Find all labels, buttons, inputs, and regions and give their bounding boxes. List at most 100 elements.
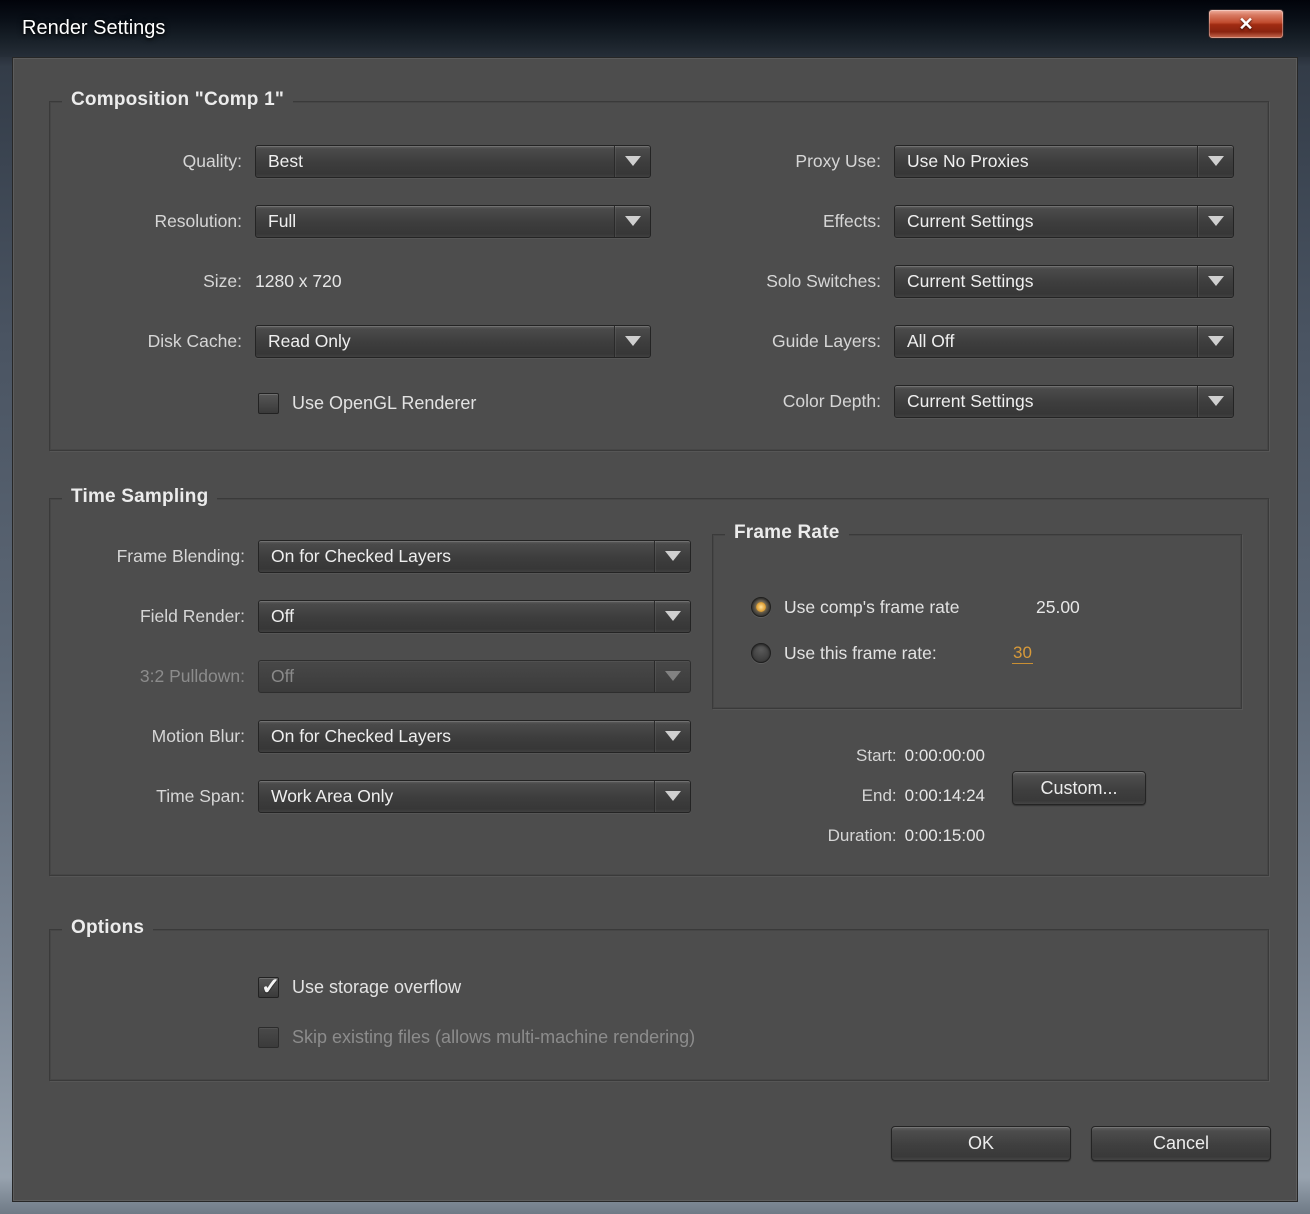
custom-button-label: Custom... <box>1040 777 1118 798</box>
chevron-down-icon <box>1197 205 1233 237</box>
guide-layers-dropdown[interactable]: All Off <box>894 324 1234 358</box>
frame-blending-row: Frame Blending: On for Checked Layers <box>50 539 691 573</box>
proxy-use-label: Proxy Use: <box>795 150 881 171</box>
use-storage-overflow-checkbox[interactable] <box>258 973 280 1000</box>
field-render-label: Field Render: <box>139 605 245 626</box>
use-comp-frame-rate-label: Use comp's frame rate <box>784 596 960 617</box>
resolution-value: Full <box>268 210 297 231</box>
time-span-row: Time Span: Work Area Only <box>50 779 691 813</box>
close-button[interactable]: ✕ <box>1208 9 1284 39</box>
chevron-down-icon <box>1197 325 1233 357</box>
skip-existing-row: Skip existing files (allows multi-machin… <box>258 1020 695 1054</box>
dialog-body: Composition "Comp 1" Quality: Best Resol… <box>12 57 1298 1202</box>
size-row: Size: 1280 x 720 <box>50 264 342 298</box>
time-span-label: Time Span: <box>156 785 245 806</box>
frame-blending-dropdown[interactable]: On for Checked Layers <box>258 539 691 573</box>
end-label: End: <box>861 786 897 805</box>
use-this-frame-rate-radio[interactable] <box>751 643 771 663</box>
field-render-dropdown[interactable]: Off <box>258 599 691 633</box>
start-value: 0:00:00:00 <box>904 746 985 765</box>
solo-switches-value: Current Settings <box>907 270 1034 291</box>
skip-existing-files-label: Skip existing files (allows multi-machin… <box>292 1026 696 1047</box>
time-span-value: Work Area Only <box>271 785 394 806</box>
motion-blur-label: Motion Blur: <box>151 725 245 746</box>
color-depth-dropdown[interactable]: Current Settings <box>894 384 1234 418</box>
color-depth-label: Color Depth: <box>782 390 881 411</box>
field-render-row: Field Render: Off <box>50 599 691 633</box>
this-frame-rate-value[interactable]: 30 <box>1012 643 1033 664</box>
resolution-row: Resolution: Full <box>50 204 651 238</box>
disk-cache-dropdown[interactable]: Read Only <box>255 324 651 358</box>
chevron-down-icon <box>654 600 690 632</box>
resolution-label: Resolution: <box>154 210 242 231</box>
guide-layers-row: Guide Layers: All Off <box>654 324 1234 358</box>
quality-dropdown[interactable]: Best <box>255 144 651 178</box>
solo-switches-row: Solo Switches: Current Settings <box>654 264 1234 298</box>
effects-label: Effects: <box>822 210 881 231</box>
use-opengl-label: Use OpenGL Renderer <box>292 392 477 413</box>
effects-dropdown[interactable]: Current Settings <box>894 204 1234 238</box>
proxy-use-row: Proxy Use: Use No Proxies <box>654 144 1234 178</box>
custom-button[interactable]: Custom... <box>1012 771 1146 805</box>
window-title: Render Settings <box>22 17 166 39</box>
opengl-row: Use OpenGL Renderer <box>258 386 476 420</box>
quality-value: Best <box>268 150 304 171</box>
render-settings-window: Render Settings ✕ Composition "Comp 1" Q… <box>0 0 1310 1214</box>
use-opengl-checkbox[interactable] <box>258 392 279 414</box>
disk-cache-value: Read Only <box>268 330 351 351</box>
options-group-title: Options <box>62 917 154 939</box>
color-depth-value: Current Settings <box>907 390 1034 411</box>
frame-rate-group: Frame Rate Use comp's frame rate 25.00 U… <box>712 522 1242 709</box>
color-depth-row: Color Depth: Current Settings <box>654 384 1234 418</box>
disk-cache-row: Disk Cache: Read Only <box>50 324 651 358</box>
skip-existing-files-checkbox <box>258 1026 279 1048</box>
chevron-down-icon <box>1197 385 1233 417</box>
comp-frame-rate-row: Use comp's frame rate 25.00 <box>751 590 1080 624</box>
pulldown-value: Off <box>271 665 295 686</box>
time-sampling-group-title: Time Sampling <box>62 486 218 508</box>
comp-frame-rate-value: 25.00 <box>1036 596 1080 617</box>
storage-overflow-row: Use storage overflow <box>258 970 461 1004</box>
guide-layers-value: All Off <box>907 330 955 351</box>
solo-switches-dropdown[interactable]: Current Settings <box>894 264 1234 298</box>
proxy-use-value: Use No Proxies <box>907 150 1029 171</box>
quality-label: Quality: <box>182 150 242 171</box>
time-span-dropdown[interactable]: Work Area Only <box>258 779 691 813</box>
chevron-down-icon <box>614 145 650 177</box>
frame-blending-value: On for Checked Layers <box>271 545 451 566</box>
guide-layers-label: Guide Layers: <box>772 330 881 351</box>
pulldown-dropdown: Off <box>258 659 691 693</box>
chevron-down-icon <box>654 540 690 572</box>
close-icon: ✕ <box>1238 13 1254 34</box>
chevron-down-icon <box>1197 145 1233 177</box>
use-this-frame-rate-label: Use this frame rate: <box>784 642 937 663</box>
motion-blur-dropdown[interactable]: On for Checked Layers <box>258 719 691 753</box>
cancel-button-label: Cancel <box>1152 1133 1210 1153</box>
effects-row: Effects: Current Settings <box>654 204 1234 238</box>
use-comp-frame-rate-radio[interactable] <box>751 597 771 617</box>
ok-button[interactable]: OK <box>891 1126 1071 1161</box>
size-value: 1280 x 720 <box>255 270 342 291</box>
cancel-button[interactable]: Cancel <box>1091 1126 1271 1161</box>
chevron-down-icon <box>654 780 690 812</box>
duration-label: Duration: <box>827 826 897 845</box>
composition-group: Composition "Comp 1" Quality: Best Resol… <box>49 89 1269 451</box>
use-storage-overflow-label: Use storage overflow <box>292 976 462 997</box>
size-label: Size: <box>203 270 242 291</box>
titlebar[interactable]: Render Settings <box>0 0 1310 57</box>
chevron-down-icon <box>654 720 690 752</box>
time-sampling-group: Time Sampling Frame Blending: On for Che… <box>49 486 1269 876</box>
options-group: Options Use storage overflow Skip existi… <box>49 917 1269 1081</box>
pulldown-label: 3:2 Pulldown: <box>139 665 245 686</box>
chevron-down-icon <box>614 325 650 357</box>
effects-value: Current Settings <box>907 210 1034 231</box>
proxy-use-dropdown[interactable]: Use No Proxies <box>894 144 1234 178</box>
motion-blur-row: Motion Blur: On for Checked Layers <box>50 719 691 753</box>
resolution-dropdown[interactable]: Full <box>255 204 651 238</box>
disk-cache-label: Disk Cache: <box>147 330 242 351</box>
duration-value: 0:00:15:00 <box>904 826 985 845</box>
duration-row: Duration: 0:00:15:00 <box>828 819 985 853</box>
solo-switches-label: Solo Switches: <box>766 270 881 291</box>
quality-row: Quality: Best <box>50 144 651 178</box>
ok-button-label: OK <box>967 1133 994 1153</box>
